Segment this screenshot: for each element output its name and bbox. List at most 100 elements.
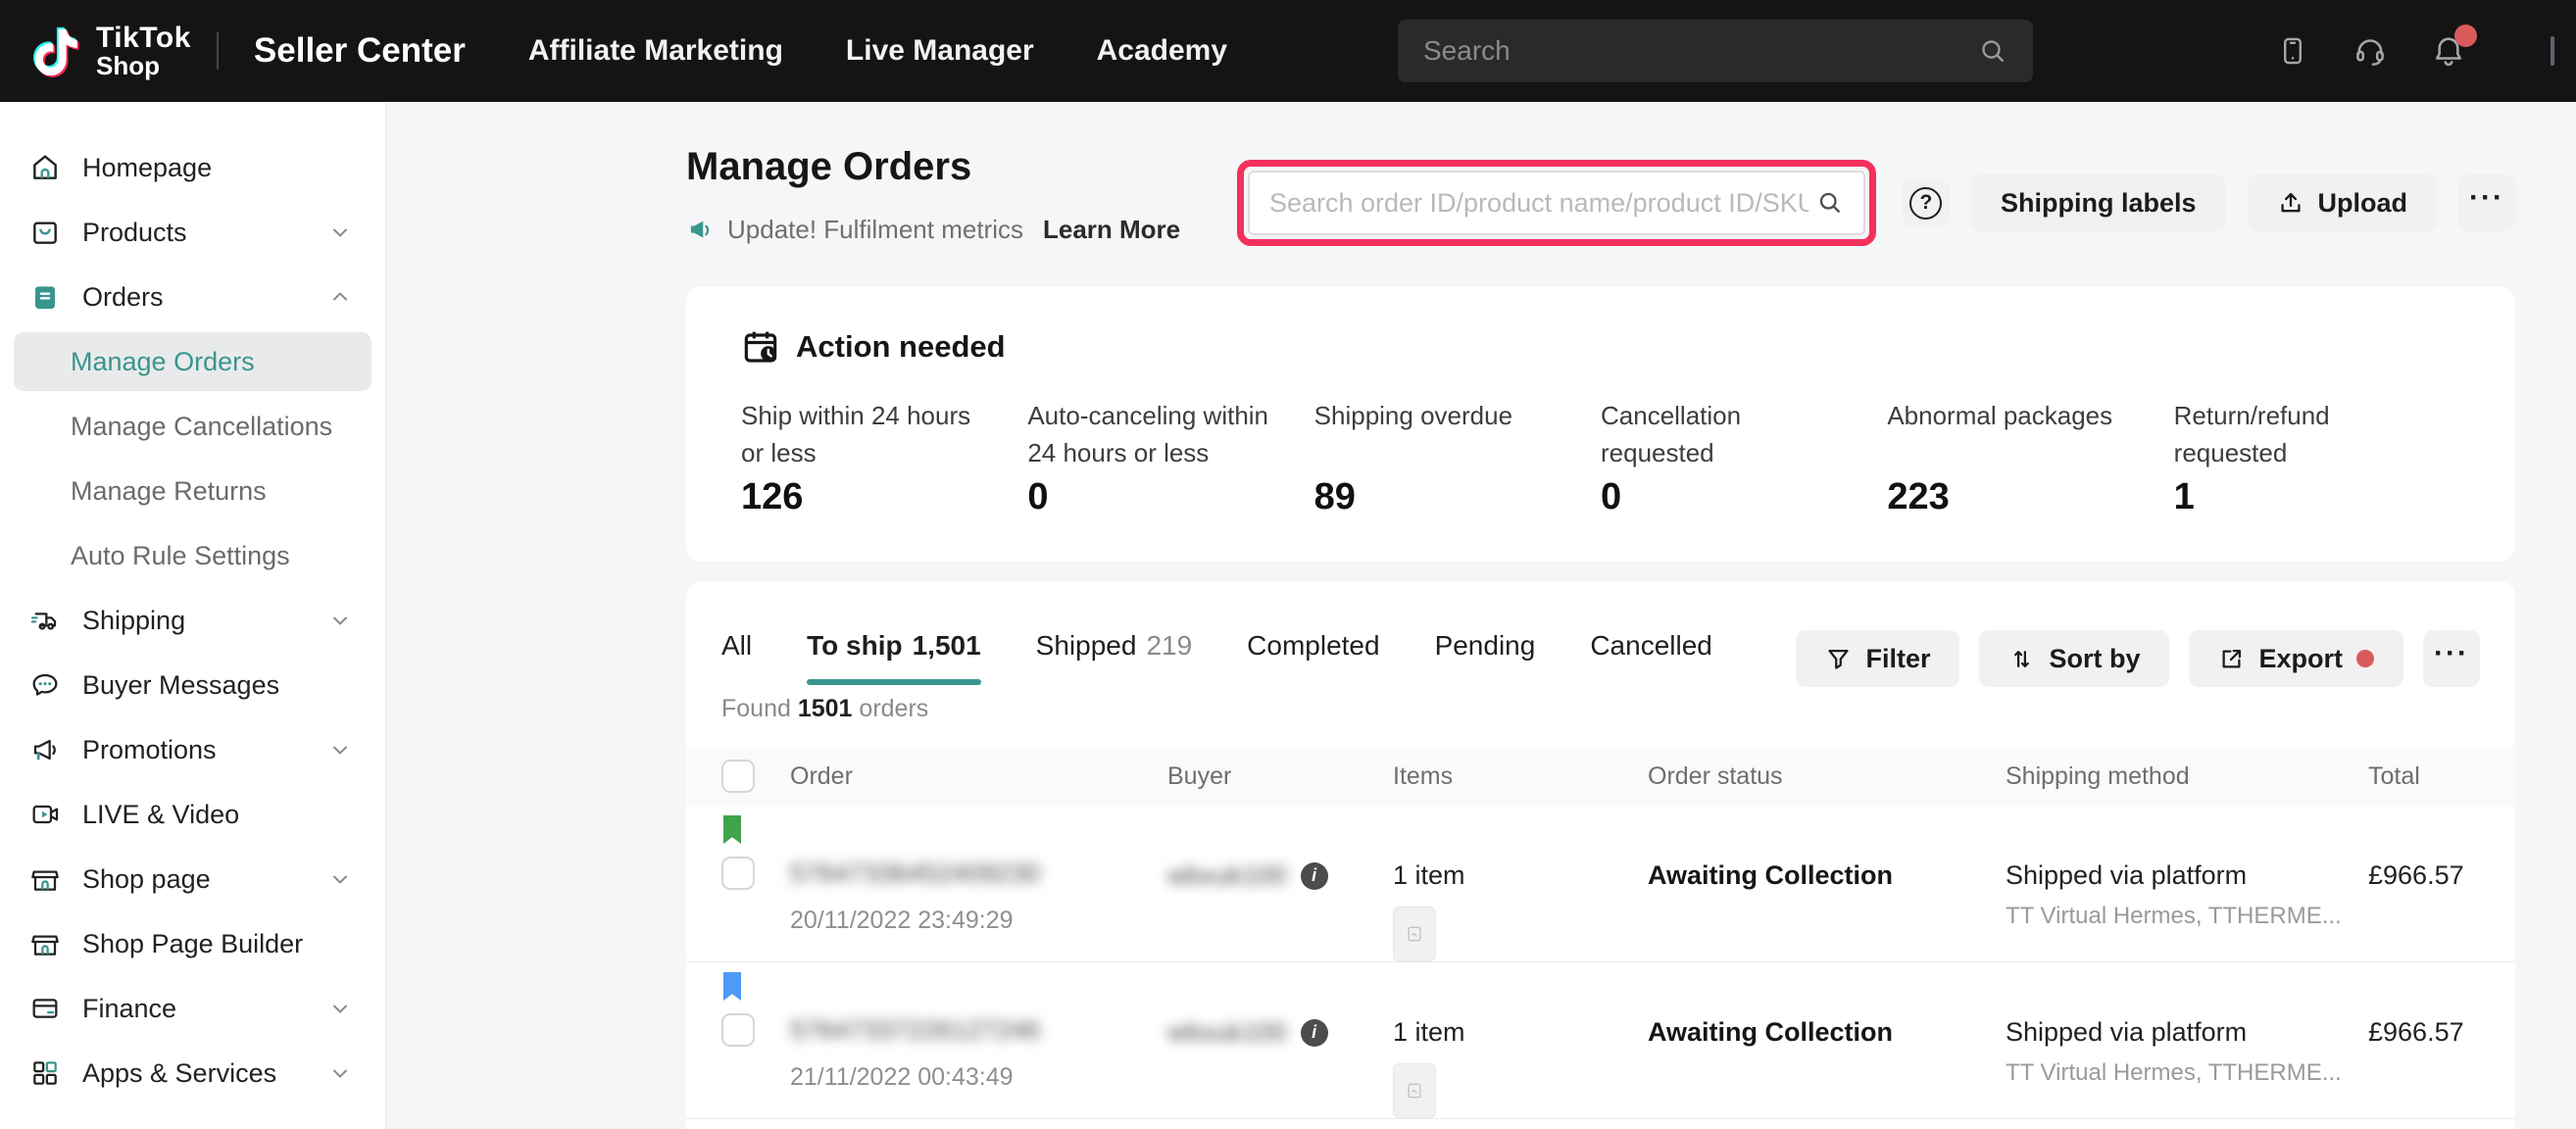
order-search-input[interactable]	[1269, 188, 1808, 219]
chevron-down-icon	[328, 738, 352, 761]
select-all-checkbox[interactable]	[721, 760, 755, 793]
sidebar-item-live-video[interactable]: LIVE & Video	[0, 782, 385, 847]
tab-cancelled[interactable]: Cancelled	[1590, 630, 1712, 685]
stat-abnormal-packages[interactable]: Abnormal packages 223	[1887, 398, 2173, 518]
order-search-box[interactable]	[1248, 171, 1865, 235]
shipping-carrier: TT Virtual Hermes, TTHERME...	[2006, 903, 2333, 930]
sidebar-item-orders[interactable]: Orders	[0, 265, 385, 329]
sidebar-item-promotions[interactable]: Promotions	[0, 717, 385, 782]
apps-grid-icon	[29, 1057, 61, 1089]
tab-pending[interactable]: Pending	[1435, 630, 1536, 685]
sidebar-item-products[interactable]: Products	[0, 200, 385, 265]
table-row: 57647336452409230 20/11/2022 23:49:29 wb…	[686, 806, 2515, 962]
more-actions-button[interactable]: ···	[2458, 174, 2515, 231]
sidebar-item-apps-services[interactable]: Apps & Services	[0, 1041, 385, 1105]
tab-label: Cancelled	[1590, 630, 1712, 662]
action-needed-card: Action needed Ship within 24 hours or le…	[686, 286, 2515, 562]
order-id-masked[interactable]: 57647337226127246	[790, 1015, 1132, 1046]
table-actions: Filter Sort by Export	[1796, 630, 2480, 687]
global-search-input[interactable]	[1423, 35, 1966, 67]
bookmark-flag-icon[interactable]	[721, 815, 743, 845]
sidebar-item-manage-returns[interactable]: Manage Returns	[0, 459, 385, 523]
sort-by-label: Sort by	[2049, 644, 2140, 674]
tab-count: 1,501	[913, 630, 981, 662]
sidebar-item-finance[interactable]: Finance	[0, 976, 385, 1041]
buyer-name-masked[interactable]: wbxuk100	[1167, 860, 1287, 891]
ellipsis-icon: ···	[2434, 654, 2469, 663]
active-tab-underline	[807, 679, 981, 685]
buyer-info-icon[interactable]: i	[1301, 1019, 1328, 1047]
upload-icon	[2277, 189, 2304, 217]
stat-ship-within-24h[interactable]: Ship within 24 hours or less 126	[741, 398, 1027, 518]
learn-more-link[interactable]: Learn More	[1043, 215, 1180, 245]
tab-label: To ship	[807, 630, 902, 662]
row-checkbox[interactable]	[721, 857, 755, 890]
tab-label: All	[721, 630, 752, 662]
tab-all[interactable]: All	[721, 630, 752, 685]
nav-live-manager[interactable]: Live Manager	[846, 34, 1034, 68]
order-id-masked[interactable]: 57647336452409230	[790, 859, 1132, 889]
order-status-tabs: All To ship 1,501 Shipped 219 Completed	[721, 630, 1712, 685]
tab-to-ship[interactable]: To ship 1,501	[807, 630, 981, 685]
search-icon[interactable]	[1978, 36, 2007, 66]
notifications-bell-icon[interactable]	[2431, 33, 2466, 69]
sidebar-item-shop-page[interactable]: Shop page	[0, 847, 385, 911]
stat-auto-canceling[interactable]: Auto-canceling within 24 hours or less 0	[1027, 398, 1313, 518]
sidebar-item-shop-page-builder[interactable]: Shop Page Builder	[0, 911, 385, 976]
nav-academy[interactable]: Academy	[1097, 34, 1227, 68]
ellipsis-icon: ···	[2469, 198, 2504, 208]
sidebar-subitem-label: Manage Cancellations	[14, 397, 372, 456]
header-nav: Seller Center Affiliate Marketing Live M…	[254, 31, 1227, 71]
product-thumbnail[interactable]	[1393, 907, 1436, 961]
nav-affiliate-marketing[interactable]: Affiliate Marketing	[528, 34, 783, 68]
upload-label: Upload	[2318, 188, 2408, 219]
product-thumbnail[interactable]	[1393, 1063, 1436, 1118]
order-status: Awaiting Collection	[1648, 1017, 1970, 1048]
sidebar-item-buyer-messages[interactable]: Buyer Messages	[0, 653, 385, 717]
order-status: Awaiting Collection	[1648, 860, 1970, 891]
global-search[interactable]	[1398, 20, 2033, 82]
orders-panel: All To ship 1,501 Shipped 219 Completed	[686, 581, 2515, 1129]
mobile-app-icon[interactable]	[2276, 34, 2309, 68]
column-header-order-status: Order status	[1612, 762, 1970, 791]
support-headset-icon[interactable]	[2353, 33, 2388, 69]
sidebar-item-auto-rule-settings[interactable]: Auto Rule Settings	[0, 523, 385, 588]
page-toolbar: ? Shipping labels Upload ···	[1248, 171, 2515, 235]
tiktok-note-icon	[29, 23, 82, 79]
shipping-labels-button[interactable]: Shipping labels	[1971, 174, 2226, 231]
stat-cancellation-requested[interactable]: Cancellation requested 0	[1601, 398, 1887, 518]
shipping-labels-label: Shipping labels	[2001, 188, 2197, 219]
sort-by-button[interactable]: Sort by	[1979, 630, 2169, 687]
filter-button[interactable]: Filter	[1796, 630, 1959, 687]
chevron-down-icon	[328, 221, 352, 244]
more-table-actions-button[interactable]: ···	[2423, 630, 2480, 687]
buyer-info-icon[interactable]: i	[1301, 862, 1328, 890]
search-icon[interactable]	[1816, 189, 1844, 217]
help-button[interactable]: ?	[1903, 179, 1950, 226]
buyer-name-masked[interactable]: wbxuk100	[1167, 1017, 1287, 1048]
nav-seller-center[interactable]: Seller Center	[254, 31, 466, 71]
tab-shipped[interactable]: Shipped 219	[1036, 630, 1192, 685]
sidebar-item-manage-orders[interactable]: Manage Orders	[0, 329, 385, 394]
items-count: 1 item	[1393, 860, 1612, 891]
sidebar-item-label: Apps & Services	[82, 1058, 276, 1089]
action-needed-header: Action needed	[741, 327, 2460, 367]
tab-count: 219	[1146, 630, 1192, 662]
megaphone-icon	[29, 734, 61, 765]
export-button[interactable]: Export	[2189, 630, 2403, 687]
chevron-down-icon	[328, 867, 352, 891]
sidebar-item-manage-cancellations[interactable]: Manage Cancellations	[0, 394, 385, 459]
brand-sub: Shop	[96, 53, 191, 79]
tiktok-shop-logo[interactable]: TikTok Shop	[29, 23, 191, 80]
sidebar-item-shipping[interactable]: Shipping	[0, 588, 385, 653]
tab-label: Completed	[1247, 630, 1379, 662]
stat-return-refund-requested[interactable]: Return/refund requested 1	[2174, 398, 2460, 518]
video-camera-icon	[29, 799, 61, 830]
row-checkbox[interactable]	[721, 1013, 755, 1047]
update-text: Update! Fulfilment metrics	[727, 215, 1023, 245]
stat-shipping-overdue[interactable]: Shipping overdue 89	[1314, 398, 1601, 518]
upload-button[interactable]: Upload	[2248, 174, 2438, 231]
sidebar-item-homepage[interactable]: Homepage	[0, 135, 385, 200]
bookmark-flag-icon[interactable]	[721, 972, 743, 1002]
tab-completed[interactable]: Completed	[1247, 630, 1379, 685]
